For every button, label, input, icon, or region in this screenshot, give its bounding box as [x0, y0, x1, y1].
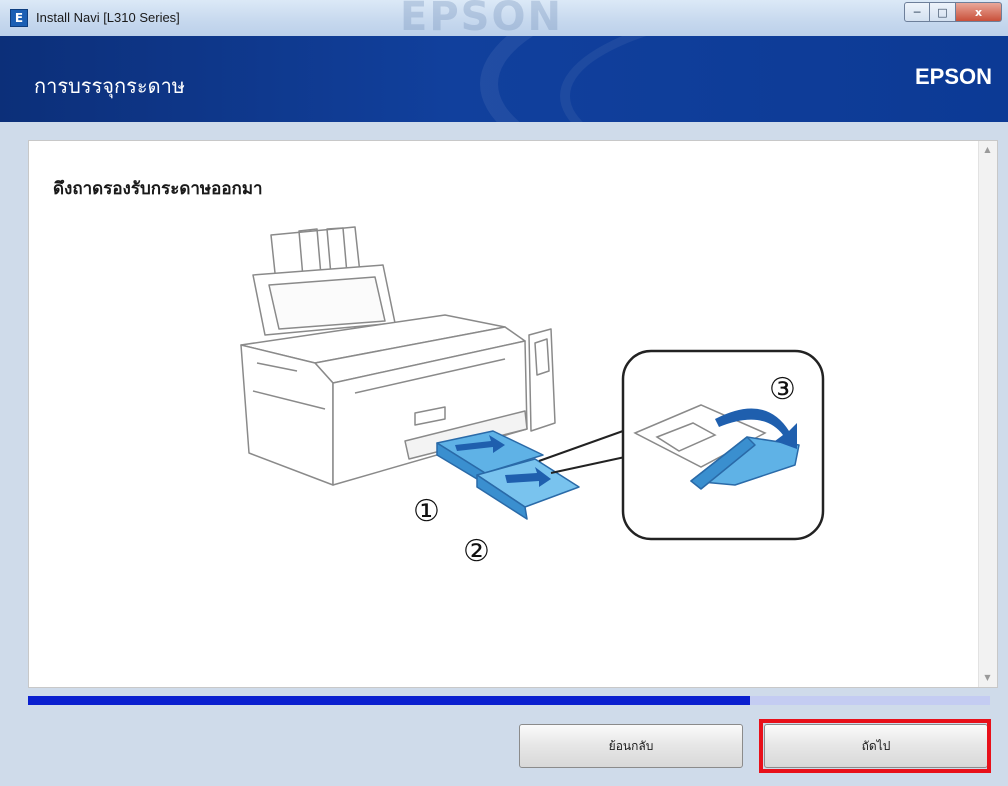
app-icon[interactable]: E [10, 9, 28, 27]
maximize-icon[interactable]: □ [930, 2, 956, 22]
step-marker-1: ① [413, 494, 440, 529]
minimize-icon[interactable]: ─ [904, 2, 930, 22]
printer-illustration: ① ② ③ [240, 226, 825, 569]
step-marker-3: ③ [769, 372, 796, 407]
content-panel: ดึงถาดรองรับกระดาษออกมา ① ② ③ ▲ ▼ [28, 140, 998, 688]
header-banner: การบรรจุกระดาษ EPSON [0, 36, 1008, 122]
progress-fill [28, 696, 750, 705]
close-icon[interactable]: x [956, 2, 1002, 22]
step-marker-2: ② [463, 534, 490, 569]
vertical-scrollbar[interactable]: ▲ ▼ [978, 141, 997, 687]
next-button-highlight [759, 719, 991, 773]
install-navi-window: EPSON E Install Navi [L310 Series] ─ □ x… [0, 0, 1008, 786]
window-controls: ─ □ x [904, 2, 1002, 24]
window-title: Install Navi [L310 Series] [36, 10, 180, 25]
progress-bar [28, 696, 990, 705]
scroll-down-icon[interactable]: ▼ [979, 669, 996, 687]
page-title: การบรรจุกระดาษ [34, 74, 185, 98]
scroll-up-icon[interactable]: ▲ [979, 141, 996, 159]
instruction-heading: ดึงถาดรองรับกระดาษออกมา [53, 179, 263, 199]
brand-logo: EPSON [914, 64, 992, 89]
title-bar-watermark: EPSON [400, 0, 563, 40]
title-bar[interactable]: EPSON E Install Navi [L310 Series] ─ □ x [0, 0, 1008, 40]
back-button[interactable]: ย้อนกลับ [519, 724, 743, 768]
